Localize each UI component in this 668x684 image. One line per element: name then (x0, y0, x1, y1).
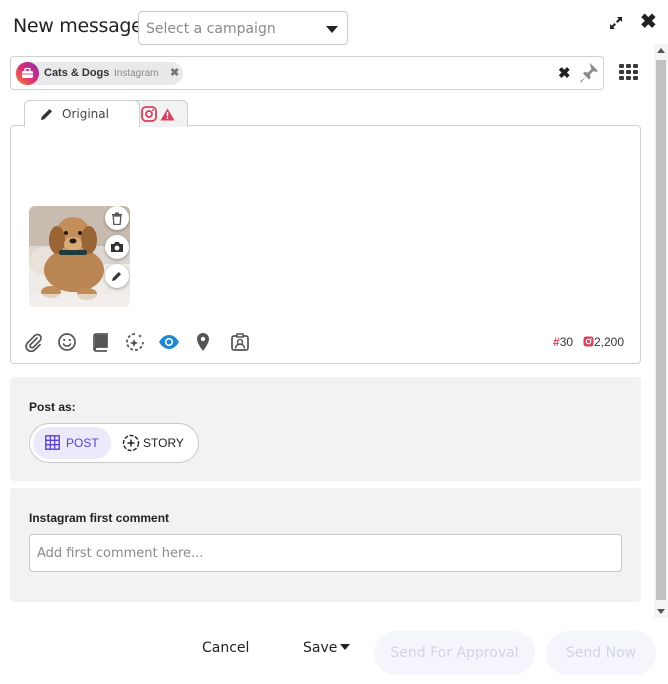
post-type-toggle: POST STORY (29, 423, 199, 463)
profile-selector[interactable]: Cats & Dogs Instagram ✖ ✖ (10, 56, 604, 90)
scroll-thumb[interactable] (656, 60, 666, 600)
pin-icon[interactable] (579, 62, 599, 84)
trash-icon (112, 212, 122, 225)
profile-avatar (16, 62, 39, 85)
profile-picker-grid-icon[interactable] (619, 64, 639, 82)
post-option-button[interactable]: POST (33, 427, 111, 459)
character-counter: 2,200 (583, 335, 624, 349)
network-tabs: Original (10, 100, 310, 127)
character-count: 2,200 (594, 335, 625, 349)
first-comment-panel: Instagram first comment (10, 488, 641, 602)
scroll-down-icon[interactable] (657, 609, 665, 614)
instagram-icon (141, 106, 157, 122)
pencil-icon (112, 272, 121, 281)
expand-icon[interactable] (608, 15, 624, 31)
story-option-button[interactable]: STORY (120, 427, 194, 459)
user-tag-icon[interactable] (230, 332, 250, 352)
remove-profile-icon[interactable]: ✖ (170, 66, 179, 79)
first-comment-input[interactable] (29, 534, 622, 572)
delete-media-button[interactable] (105, 206, 129, 230)
campaign-select[interactable]: Select a campaign (138, 11, 348, 45)
page-title: New message (13, 15, 143, 37)
hashtag-counter: #30 (553, 335, 573, 349)
edit-media-button[interactable] (105, 264, 129, 288)
composer-header: New message Select a campaign ✖ (0, 0, 668, 56)
camera-icon (111, 242, 123, 252)
story-option-label: STORY (143, 436, 184, 450)
grid-icon (45, 435, 60, 450)
message-editor[interactable]: #30 2,200 (10, 125, 641, 364)
profile-name: Cats & Dogs (44, 67, 110, 79)
caret-down-icon (326, 26, 338, 33)
post-option-label: POST (66, 436, 99, 450)
campaign-select-placeholder: Select a campaign (146, 21, 276, 37)
scroll-up-icon[interactable] (657, 48, 665, 53)
tab-original-label: Original (62, 107, 109, 121)
media-thumbnail[interactable] (29, 206, 130, 307)
warning-icon (160, 108, 175, 121)
post-as-panel: Post as: POST STORY (10, 377, 641, 481)
save-button-label: Save (303, 640, 338, 656)
pencil-icon (41, 109, 52, 120)
send-for-approval-button[interactable]: Send For Approval (374, 631, 535, 675)
scrollbar[interactable] (654, 44, 668, 618)
profile-chip[interactable]: Cats & Dogs Instagram ✖ (15, 62, 183, 85)
ai-assist-icon[interactable] (125, 332, 145, 352)
edit-photo-button[interactable] (105, 235, 129, 259)
cancel-button[interactable]: Cancel (202, 640, 249, 656)
close-icon[interactable]: ✖ (640, 12, 657, 32)
emoji-icon[interactable] (57, 332, 77, 352)
attachment-icon[interactable] (23, 332, 43, 352)
send-now-button[interactable]: Send Now (546, 631, 656, 675)
hashtag-icon: # (553, 335, 560, 349)
save-button[interactable]: Save (303, 640, 351, 656)
tab-original[interactable]: Original (24, 100, 140, 127)
story-add-icon (122, 434, 140, 452)
profile-network: Instagram (114, 68, 159, 79)
caret-down-icon (340, 644, 351, 650)
composer-footer: Cancel Save Send For Approval Send Now (0, 622, 668, 684)
preview-icon[interactable] (158, 332, 180, 352)
clear-profiles-icon[interactable]: ✖ (558, 64, 571, 82)
location-icon[interactable] (193, 332, 213, 352)
hashtag-count: 30 (559, 335, 574, 349)
first-comment-label: Instagram first comment (29, 511, 170, 525)
content-library-icon[interactable] (91, 332, 111, 352)
instagram-icon (583, 336, 594, 347)
post-as-label: Post as: (29, 400, 76, 414)
